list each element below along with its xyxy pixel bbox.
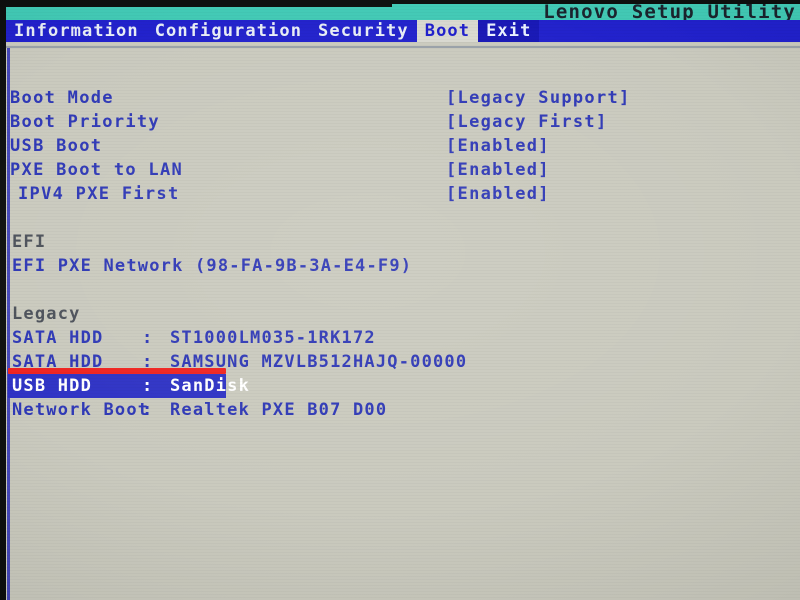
- setting-label-ipv4-pxe-first: IPV4 PXE First: [18, 184, 180, 204]
- menu-tab-boot[interactable]: Boot: [416, 20, 479, 42]
- boot-settings-content: Boot Mode [Legacy Support] Boot Priority…: [0, 48, 800, 600]
- legacy-entry-name: Network Boot: [12, 400, 150, 420]
- screen-bezel-top-right: [392, 0, 800, 4]
- screen-bezel-left: [0, 0, 6, 600]
- legacy-entry-device: Realtek PXE B07 D00: [170, 400, 388, 420]
- legacy-entry-sata-hdd-1[interactable]: SATA HDD: ST1000LM035-1RK172: [12, 326, 376, 350]
- red-annotation-underline: [8, 368, 226, 374]
- setting-value-boot-mode[interactable]: [Legacy Support]: [446, 86, 631, 110]
- legacy-entry-colon: :: [142, 400, 154, 420]
- menu-tab-exit[interactable]: Exit: [478, 20, 540, 42]
- setting-value-ipv4-pxe-first[interactable]: [Enabled]: [446, 182, 550, 206]
- setting-value-usb-boot[interactable]: [Enabled]: [446, 134, 550, 158]
- setting-label-boot-mode: Boot Mode: [10, 88, 114, 108]
- setting-value-boot-priority[interactable]: [Legacy First]: [446, 110, 608, 134]
- legacy-entry-colon: :: [142, 328, 154, 348]
- legacy-entry-name: USB HDD: [12, 376, 93, 396]
- menu-tab-security[interactable]: Security: [310, 20, 417, 42]
- screen-bezel-top-left: [0, 0, 392, 7]
- main-menu-bar: Information Configuration Security Boot …: [6, 20, 800, 42]
- bios-setup-screen: Lenovo Setup Utility Information Configu…: [0, 0, 800, 600]
- section-heading-legacy: Legacy: [12, 304, 81, 324]
- legacy-entry-device: ST1000LM035-1RK172: [170, 328, 376, 348]
- legacy-entry-usb-hdd-selected[interactable]: USB HDD: SanDisk: [8, 374, 249, 398]
- legacy-entry-device: SanDisk: [170, 376, 251, 396]
- setting-value-pxe-boot-to-lan[interactable]: [Enabled]: [446, 158, 550, 182]
- legacy-entry-colon: :: [142, 376, 154, 396]
- section-heading-efi: EFI: [12, 232, 47, 252]
- legacy-entry-name: SATA HDD: [12, 328, 104, 348]
- efi-entry-pxe-network[interactable]: EFI PXE Network (98-FA-9B-3A-E4-F9): [12, 254, 412, 278]
- setting-label-usb-boot: USB Boot: [10, 136, 103, 156]
- menu-tab-information[interactable]: Information: [6, 20, 147, 42]
- setting-label-pxe-boot-to-lan: PXE Boot to LAN: [10, 160, 184, 180]
- legacy-entry-network-boot[interactable]: Network Boot: Realtek PXE B07 D00: [12, 398, 387, 422]
- menu-tab-configuration[interactable]: Configuration: [147, 20, 310, 42]
- setting-label-boot-priority: Boot Priority: [10, 112, 160, 132]
